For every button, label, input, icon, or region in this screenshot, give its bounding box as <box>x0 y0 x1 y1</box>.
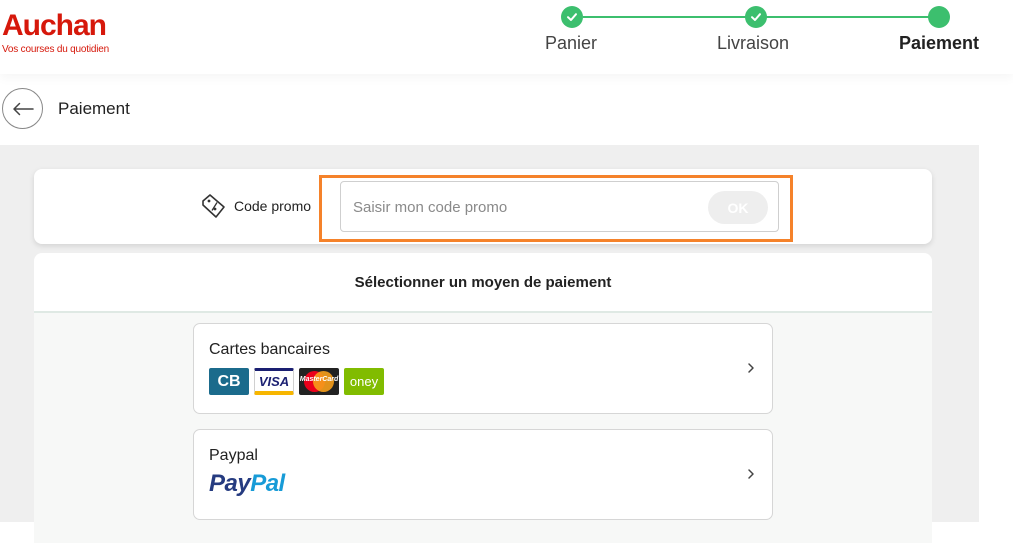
promo-label: Code promo <box>234 198 312 214</box>
paypal-logo-part1: Pay <box>209 470 251 497</box>
step-livraison-check-icon[interactable] <box>745 6 767 28</box>
arrow-left-icon <box>12 102 34 115</box>
main-content: Code promo OK Sélectionner un moyen de p… <box>0 145 979 543</box>
stepper-line-2 <box>766 16 932 18</box>
mastercard-logo: MasterCard <box>299 368 339 395</box>
payment-methods-list: Cartes bancaires CB VISA MasterCard oney… <box>34 313 932 543</box>
chevron-right-icon <box>748 363 754 373</box>
method-label: Paypal <box>209 447 258 464</box>
cb-logo: CB <box>209 368 249 395</box>
page-title: Paiement <box>58 99 130 118</box>
percent-tag-icon <box>202 194 225 218</box>
step-label-livraison[interactable]: Livraison <box>717 33 789 54</box>
step-label-panier[interactable]: Panier <box>545 33 597 54</box>
brand-tagline: Vos courses du quotidien <box>2 44 109 55</box>
promo-input-box: OK <box>340 181 779 232</box>
visa-logo: VISA <box>254 368 294 395</box>
stepper-line-1 <box>583 16 750 18</box>
paypal-logo-part2: Pal <box>250 470 285 497</box>
payment-method-cards[interactable]: Cartes bancaires CB VISA MasterCard oney <box>193 323 773 414</box>
page-titlebar: Paiement <box>0 74 1013 145</box>
back-button[interactable] <box>2 88 43 129</box>
promo-code-input[interactable] <box>353 195 693 219</box>
mastercard-logo-text: MasterCard <box>299 376 339 383</box>
promo-code-card: Code promo OK <box>34 169 932 244</box>
step-paiement-dot-icon <box>928 6 950 28</box>
payment-header: Sélectionner un moyen de paiement <box>34 253 932 313</box>
promo-ok-button[interactable]: OK <box>708 191 768 224</box>
chevron-right-icon <box>748 469 754 479</box>
payment-method-paypal[interactable]: Paypal PayPal <box>193 429 773 520</box>
promo-label-group: Code promo <box>200 193 311 219</box>
step-panier-check-icon[interactable] <box>561 6 583 28</box>
card-logos: CB VISA MasterCard oney <box>209 368 384 395</box>
payment-title: Sélectionner un moyen de paiement <box>354 273 612 291</box>
paypal-logo: PayPal <box>209 470 285 498</box>
oney-logo: oney <box>344 368 384 395</box>
method-label: Cartes bancaires <box>209 341 330 358</box>
brand-logo[interactable]: Auchan Vos courses du quotidien <box>2 9 109 56</box>
step-label-paiement: Paiement <box>899 33 980 53</box>
payment-method-card: Sélectionner un moyen de paiement Cartes… <box>34 253 932 543</box>
brand-name: Auchan <box>2 9 107 42</box>
site-header: Auchan Vos courses du quotidien Panier L… <box>0 0 1013 74</box>
